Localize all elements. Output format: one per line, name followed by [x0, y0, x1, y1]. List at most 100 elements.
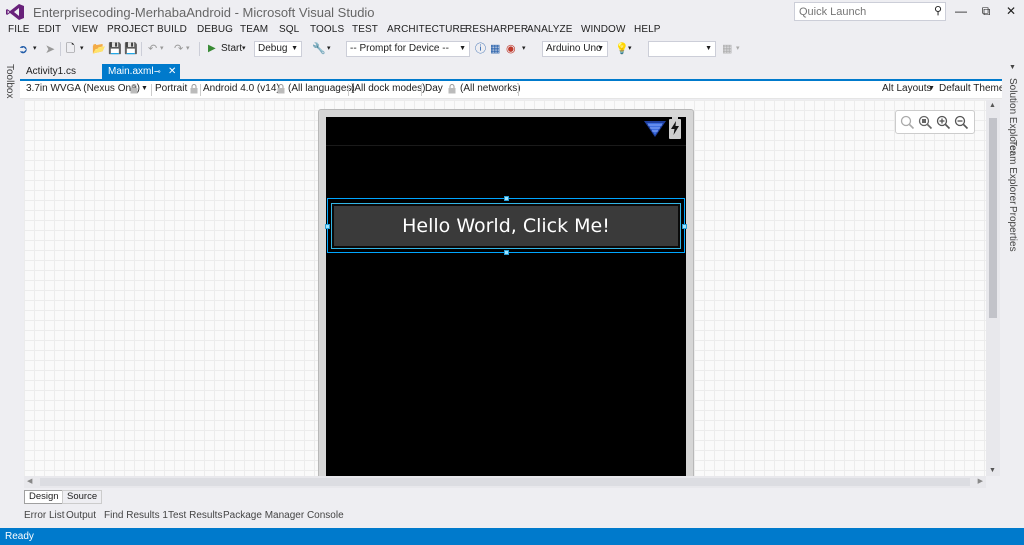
lock-icon[interactable] — [277, 84, 285, 94]
networks-dropdown[interactable]: (All networks) — [460, 83, 521, 94]
menu-project[interactable]: PROJECT — [107, 24, 154, 35]
menu-view[interactable]: VIEW — [72, 24, 98, 35]
scroll-left-icon[interactable]: ◀ — [27, 477, 32, 485]
menu-analyze[interactable]: ANALYZE — [527, 24, 573, 35]
menu-build[interactable]: BUILD — [157, 24, 187, 35]
menu-resharper[interactable]: RESHARPER — [465, 24, 528, 35]
attach-dropdown-icon[interactable]: ▾ — [327, 41, 331, 57]
lock-icon[interactable] — [190, 84, 198, 94]
undo-dropdown-icon[interactable]: ▾ — [160, 41, 164, 57]
device-select[interactable]: -- Prompt for Device -- ▼ — [346, 41, 470, 57]
zoom-fit-icon[interactable] — [900, 115, 915, 130]
undo-icon[interactable]: ↶ — [148, 41, 157, 57]
selection-adorner[interactable]: Hello World, Click Me! — [325, 196, 687, 255]
orientation-dropdown[interactable]: Portrait — [155, 83, 187, 94]
navigate-forward-icon[interactable]: ➤ — [45, 41, 55, 57]
lock-icon[interactable] — [448, 84, 456, 94]
menu-sql[interactable]: SQL — [279, 24, 299, 35]
start-icon[interactable]: ▶ — [208, 41, 216, 57]
arduino-board-select[interactable]: Arduino Uno ▼ — [542, 41, 608, 57]
new-project-dropdown-icon[interactable]: ▾ — [80, 41, 84, 57]
find-icon[interactable]: ▦ — [722, 41, 732, 57]
zoom-actual-icon[interactable] — [918, 115, 933, 130]
menu-edit[interactable]: EDIT — [38, 24, 61, 35]
menu-team[interactable]: TEAM — [240, 24, 268, 35]
device-screen[interactable]: Hello World, Click Me! — [325, 117, 687, 476]
tab-test-results[interactable]: Test Results — [168, 510, 222, 521]
sdk-dropdown-icon[interactable]: ▾ — [522, 41, 526, 57]
lock-icon[interactable] — [130, 84, 138, 94]
redo-icon[interactable]: ↷ — [174, 41, 183, 57]
alt-layouts-dropdown[interactable]: Alt Layouts — [882, 83, 931, 94]
minimize-button[interactable]: — — [950, 2, 972, 20]
search-icon[interactable]: ⚲ — [934, 4, 942, 17]
chevron-down-icon[interactable]: ▼ — [1009, 64, 1016, 71]
solution-configuration-select[interactable]: Debug ▼ — [254, 41, 302, 57]
properties-tab[interactable]: Properties — [1007, 206, 1018, 252]
resize-handle-bottom[interactable] — [504, 250, 509, 255]
close-icon[interactable]: ✕ — [168, 64, 176, 79]
back-dropdown-icon[interactable]: ▾ — [33, 41, 37, 57]
quick-launch-input[interactable] — [795, 3, 921, 20]
design-surface[interactable]: Hello World, Click Me! — [24, 100, 986, 476]
resize-handle-top[interactable] — [504, 196, 509, 201]
new-project-icon[interactable]: 🗋 — [66, 41, 75, 57]
tab-output[interactable]: Output — [66, 510, 96, 521]
navigate-back-icon[interactable]: ➲ — [18, 41, 28, 57]
restore-button[interactable]: ⧉ — [975, 2, 997, 20]
redo-dropdown-icon[interactable]: ▾ — [186, 41, 190, 57]
toolbox-tab[interactable]: Toolbox — [4, 64, 15, 98]
api-level-dropdown[interactable]: Android 4.0 (v14) — [203, 83, 280, 94]
vertical-scrollbar[interactable]: ▲ ▼ — [986, 100, 1000, 476]
tab-activity1-cs[interactable]: Activity1.cs — [20, 64, 102, 79]
tab-source[interactable]: Source — [62, 490, 103, 504]
scroll-up-icon[interactable]: ▲ — [989, 102, 996, 109]
resize-handle-left[interactable] — [325, 224, 330, 229]
empty-select[interactable]: ▼ — [648, 41, 716, 57]
dock-modes-dropdown[interactable]: (All dock modes) — [351, 83, 425, 94]
zoom-in-icon[interactable] — [936, 115, 951, 130]
quick-launch-box[interactable]: ⚲ — [794, 2, 946, 21]
resize-handle-right[interactable] — [682, 224, 687, 229]
horizontal-scrollbar[interactable]: ◀ ▶ — [24, 476, 986, 488]
languages-dropdown[interactable]: (All languages) — [288, 83, 355, 94]
scroll-right-icon[interactable]: ▶ — [978, 477, 983, 485]
start-button[interactable]: Start — [221, 41, 242, 57]
menu-file[interactable]: FILE — [8, 24, 30, 35]
find-dropdown-icon[interactable]: ▾ — [736, 41, 740, 57]
lightbulb-dropdown-icon[interactable]: ▾ — [628, 41, 632, 57]
info-icon[interactable]: ⓘ — [475, 41, 486, 57]
menu-debug[interactable]: DEBUG — [197, 24, 233, 35]
scroll-down-icon[interactable]: ▼ — [989, 467, 996, 474]
tab-error-list[interactable]: Error List — [24, 510, 65, 521]
open-file-icon[interactable]: 📂 — [92, 41, 106, 57]
device-manager-icon[interactable]: ▦ — [490, 41, 500, 57]
lightbulb-icon[interactable]: 💡 — [615, 41, 629, 57]
android-sdk-icon[interactable]: ◉ — [506, 41, 516, 57]
device-dropdown[interactable]: 3.7in WVGA (Nexus One) — [26, 83, 140, 94]
zoom-out-icon[interactable] — [954, 115, 969, 130]
pin-icon[interactable]: ⊸ — [154, 64, 161, 79]
menu-help[interactable]: HELP — [634, 24, 661, 35]
menu-test[interactable]: TEST — [352, 24, 378, 35]
tab-main-axml[interactable]: Main.axml ⊸ ✕ — [102, 64, 180, 79]
menu-architecture[interactable]: ARCHITECTURE — [387, 24, 467, 35]
scroll-thumb[interactable] — [989, 118, 997, 318]
tab-design[interactable]: Design — [24, 490, 64, 504]
tab-package-manager-console[interactable]: Package Manager Console — [223, 510, 344, 521]
scroll-thumb[interactable] — [40, 478, 970, 486]
tab-find-results[interactable]: Find Results 1 — [104, 510, 168, 521]
night-mode-dropdown[interactable]: Day — [425, 83, 443, 94]
theme-dropdown[interactable]: Default Theme — [939, 83, 1004, 94]
save-all-icon[interactable]: 💾 — [124, 41, 138, 57]
menu-window[interactable]: WINDOW — [581, 24, 625, 35]
team-explorer-tab[interactable]: Team Explorer — [1007, 140, 1018, 204]
start-dropdown-icon[interactable]: ▾ — [242, 41, 246, 57]
save-icon[interactable]: 💾 — [108, 41, 122, 57]
chevron-down-icon[interactable]: ▼ — [928, 85, 935, 92]
attach-icon[interactable]: 🔧 — [312, 41, 326, 57]
hello-world-button[interactable]: Hello World, Click Me! — [331, 203, 681, 249]
chevron-down-icon[interactable]: ▼ — [141, 85, 148, 92]
menu-tools[interactable]: TOOLS — [310, 24, 344, 35]
close-window-button[interactable]: ✕ — [1000, 2, 1022, 20]
